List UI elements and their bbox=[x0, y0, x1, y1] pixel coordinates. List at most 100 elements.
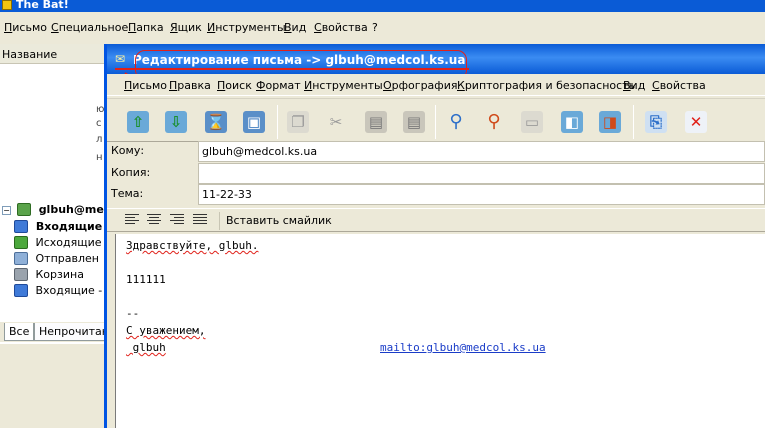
attach-button[interactable]: ◧ bbox=[557, 107, 587, 137]
editor-menu-item[interactable]: Формат bbox=[256, 79, 301, 92]
main-menu-item[interactable]: ? bbox=[372, 21, 378, 34]
main-menu-bar: Письмо Специальное Папка Ящик Инструмент… bbox=[0, 18, 765, 40]
toolbar-separator bbox=[435, 105, 436, 139]
editor-menu-item[interactable]: Вид bbox=[623, 79, 645, 92]
align-right-icon[interactable] bbox=[170, 214, 184, 226]
copy-button[interactable]: ❐ bbox=[283, 107, 313, 137]
editor-menu-bar: Письмо Правка Поиск Формат Инструменты О… bbox=[107, 74, 765, 96]
find-icon: ⚲ bbox=[449, 111, 463, 132]
save-draft-button[interactable]: ▣ bbox=[239, 107, 269, 137]
tree-stub: с bbox=[96, 118, 102, 129]
the-bat-app-icon bbox=[2, 0, 12, 10]
undo-icon: ⎘ bbox=[645, 111, 667, 133]
folder-label: Исходящие bbox=[35, 236, 102, 249]
folder-column-header[interactable]: Название bbox=[0, 44, 108, 64]
align-center-icon[interactable] bbox=[147, 214, 161, 226]
envelope-pen-icon: ✉ bbox=[115, 52, 126, 66]
editor-menu-item[interactable]: Инструменты bbox=[304, 79, 383, 92]
queue-button[interactable]: ⇩ bbox=[161, 107, 191, 137]
folder-label: Входящие - bbox=[35, 284, 103, 297]
signature-name: glbuh bbox=[126, 341, 166, 354]
paste-button[interactable]: ▤ bbox=[361, 107, 391, 137]
editor-menu-item[interactable]: Правка bbox=[169, 79, 211, 92]
account-icon bbox=[16, 203, 31, 216]
folder-tree-panel: Название ю с л н − glbuh@medc Входящие И… bbox=[0, 44, 118, 366]
folder-label: Корзина bbox=[35, 268, 84, 281]
message-body-editor[interactable]: Здравствуйте, glbuh. 111111 -- С уважени… bbox=[115, 234, 765, 428]
paste-quote-icon: ▤ bbox=[403, 111, 425, 133]
editor-toolbar: ⇧ ⇩ ⌛ ▣ ❐ ✂ ▤ ▤ ⚲ ⚲ ▭ ◧ ◨ ⎘ ✕ bbox=[107, 98, 765, 142]
editor-title-bar[interactable]: ✉ Редактирование письма -> glbuh@medcol.… bbox=[107, 44, 765, 74]
folder-item[interactable]: Исходящие bbox=[14, 235, 102, 251]
account-node[interactable]: − glbuh@medc bbox=[2, 202, 118, 218]
format-toolbar: Вставить смайлик bbox=[107, 208, 765, 232]
attach-file-icon: ◨ bbox=[599, 111, 621, 133]
mailto-link[interactable]: mailto:glbuh@medcol.ks.ua bbox=[380, 341, 546, 354]
cc-label: Копия: bbox=[111, 166, 151, 179]
outbox-folder-icon bbox=[14, 236, 28, 249]
folder-label: Отправлен bbox=[35, 252, 99, 265]
tree-stub: л bbox=[96, 134, 103, 145]
paste-icon: ▤ bbox=[365, 111, 387, 133]
folder-item[interactable]: Входящие bbox=[14, 219, 102, 235]
main-menu-item[interactable]: Специальное bbox=[51, 21, 128, 34]
undo-button[interactable]: ⎘ bbox=[641, 107, 671, 137]
editor-menu-item[interactable]: Свойства bbox=[652, 79, 706, 92]
main-menu-item[interactable]: Папка bbox=[128, 21, 164, 34]
main-window-title: The Bat! bbox=[16, 0, 69, 11]
main-menu-item[interactable]: Свойства bbox=[314, 21, 368, 34]
align-justify-icon[interactable] bbox=[193, 214, 207, 226]
message-editor-window: ✉ Редактирование письма -> glbuh@medcol.… bbox=[104, 44, 765, 428]
to-field[interactable]: glbuh@medcol.ks.ua bbox=[198, 141, 765, 162]
editor-menu-item[interactable]: Криптография и безопасность bbox=[457, 79, 635, 92]
find-button[interactable]: ⚲ bbox=[441, 107, 471, 137]
body-greeting: Здравствуйте, glbuh. bbox=[126, 239, 259, 252]
subject-label: Тема: bbox=[111, 187, 144, 200]
body-text: 111111 bbox=[126, 273, 166, 286]
cc-row: Копия: bbox=[107, 163, 765, 185]
subject-field[interactable]: 11-22-33 bbox=[198, 184, 765, 205]
main-menu-item[interactable]: Вид bbox=[284, 21, 306, 34]
align-left-icon[interactable] bbox=[125, 214, 139, 226]
tree-stub: н bbox=[96, 152, 103, 163]
send-later-button[interactable]: ⌛ bbox=[201, 107, 231, 137]
left-panel-background bbox=[0, 344, 108, 428]
send-icon: ⇧ bbox=[127, 111, 149, 133]
subject-row: Тема: 11-22-33 bbox=[107, 184, 765, 206]
template-button[interactable]: ▭ bbox=[517, 107, 547, 137]
signature-separator: -- bbox=[126, 307, 140, 320]
queue-icon: ⇩ bbox=[165, 111, 187, 133]
editor-menu-item[interactable]: Орфография bbox=[383, 79, 457, 92]
folder-label: Входящие bbox=[35, 220, 103, 233]
trash-folder-icon bbox=[14, 268, 28, 281]
editor-menu-item[interactable]: Поиск bbox=[217, 79, 252, 92]
main-menu-item[interactable]: Инструменты bbox=[207, 21, 286, 34]
attach-icon: ◧ bbox=[561, 111, 583, 133]
send-later-icon: ⌛ bbox=[205, 111, 227, 133]
replace-button[interactable]: ⚲ bbox=[479, 107, 509, 137]
insert-smiley-button[interactable]: Вставить смайлик bbox=[219, 212, 338, 230]
replace-icon: ⚲ bbox=[487, 111, 501, 132]
main-title-bar: The Bat! bbox=[0, 0, 765, 12]
editor-menu-item[interactable]: Письмо bbox=[124, 79, 167, 92]
send-button[interactable]: ⇧ bbox=[123, 107, 153, 137]
folder-item[interactable]: Отправлен bbox=[14, 251, 99, 267]
toolbar-separator bbox=[633, 105, 634, 139]
template-icon: ▭ bbox=[521, 111, 543, 133]
attach-file-button[interactable]: ◨ bbox=[595, 107, 625, 137]
to-label: Кому: bbox=[111, 144, 145, 157]
main-menu-item[interactable]: Ящик bbox=[170, 21, 202, 34]
copy-icon: ❐ bbox=[287, 111, 309, 133]
tab-all[interactable]: Все bbox=[4, 323, 35, 341]
main-menu-item[interactable]: Письмо bbox=[4, 21, 47, 34]
folder-item[interactable]: Корзина bbox=[14, 267, 84, 283]
collapse-toggle-icon[interactable]: − bbox=[2, 206, 11, 215]
cc-field[interactable] bbox=[198, 163, 765, 184]
cancel-button[interactable]: ✕ bbox=[681, 107, 711, 137]
cut-button[interactable]: ✂ bbox=[321, 107, 351, 137]
signature-regards: С уважением, bbox=[126, 324, 206, 337]
folder-item[interactable]: Входящие - bbox=[14, 283, 102, 299]
editor-window-title: Редактирование письма -> glbuh@medcol.ks… bbox=[133, 53, 466, 67]
cancel-icon: ✕ bbox=[685, 111, 707, 133]
paste-quote-button[interactable]: ▤ bbox=[399, 107, 429, 137]
